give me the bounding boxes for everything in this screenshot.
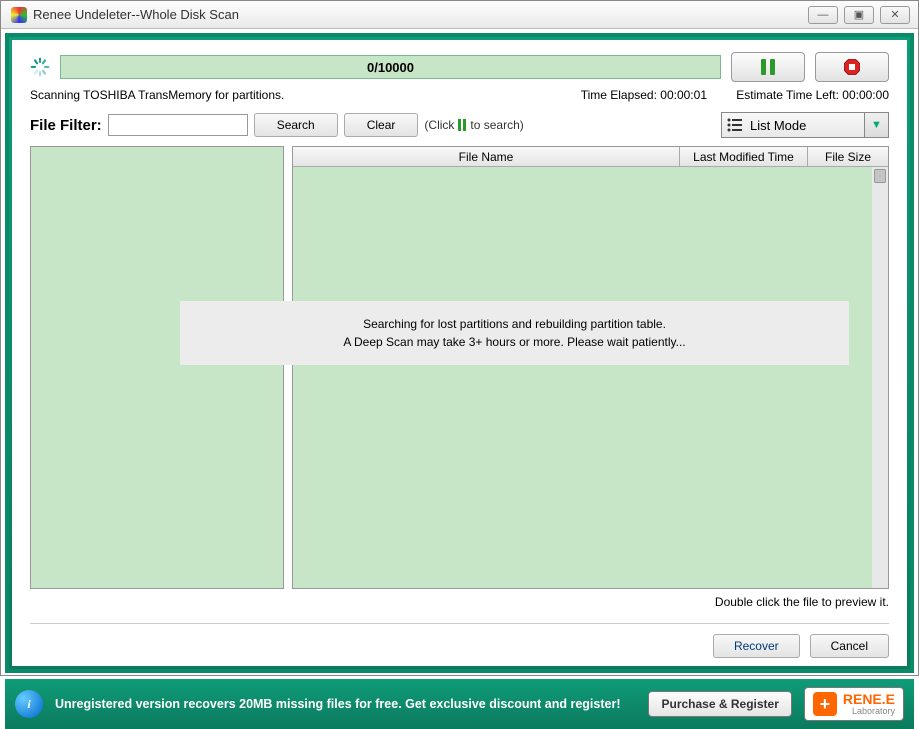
purchase-register-button[interactable]: Purchase & Register [648, 691, 791, 717]
main-frame: 0/10000 Scanning TOSHIBA TransMemory for… [5, 33, 914, 673]
pause-button[interactable] [731, 52, 805, 82]
status-row: Scanning TOSHIBA TransMemory for partiti… [30, 88, 889, 102]
file-list-body[interactable] [293, 167, 888, 588]
recover-button[interactable]: Recover [713, 634, 800, 658]
list-mode-label: List Mode [748, 118, 864, 133]
column-headers: File Name Last Modified Time File Size [293, 147, 888, 167]
scrollbar[interactable] [872, 167, 888, 588]
brand-logo[interactable]: + RENE.E Laboratory [804, 687, 904, 721]
folder-tree-panel[interactable] [30, 146, 284, 589]
window-title: Renee Undeleter--Whole Disk Scan [33, 7, 239, 22]
overlay-line2: A Deep Scan may take 3+ hours or more. P… [200, 333, 829, 351]
app-icon [11, 7, 27, 23]
col-file-size[interactable]: File Size [808, 147, 888, 166]
scrollbar-thumb[interactable] [874, 169, 886, 183]
preview-hint: Double click the file to preview it. [30, 595, 889, 609]
spinner-icon [30, 57, 50, 77]
scanning-overlay: Searching for lost partitions and rebuil… [180, 301, 849, 365]
divider [30, 623, 889, 624]
clear-button[interactable]: Clear [344, 113, 419, 137]
overlay-line1: Searching for lost partitions and rebuil… [200, 315, 829, 333]
list-mode-dropdown[interactable]: List Mode ▼ [721, 112, 889, 138]
progress-text: 0/10000 [61, 56, 720, 78]
col-modified-time[interactable]: Last Modified Time [680, 147, 808, 166]
progress-bar: 0/10000 [60, 55, 721, 79]
chevron-down-icon: ▼ [864, 113, 888, 137]
close-button[interactable]: ✕ [880, 6, 910, 24]
time-estimate: Estimate Time Left: 00:00:00 [719, 88, 889, 102]
pause-icon-small [458, 119, 466, 131]
file-list-panel: File Name Last Modified Time File Size [292, 146, 889, 589]
scan-status-text: Scanning TOSHIBA TransMemory for partiti… [30, 88, 519, 102]
app-window: Renee Undeleter--Whole Disk Scan — ▣ ✕ [0, 0, 919, 676]
filter-hint: (Click to search) [424, 118, 523, 132]
time-elapsed: Time Elapsed: 00:00:01 [519, 88, 719, 102]
info-icon: i [15, 690, 43, 718]
list-icon [722, 118, 748, 132]
cancel-button[interactable]: Cancel [810, 634, 889, 658]
progress-row: 0/10000 [30, 52, 889, 82]
filter-input[interactable] [108, 114, 248, 136]
col-file-name[interactable]: File Name [293, 147, 680, 166]
stop-button[interactable] [815, 52, 889, 82]
window-controls: — ▣ ✕ [808, 6, 910, 24]
action-row: Recover Cancel [30, 634, 889, 658]
minimize-button[interactable]: — [808, 6, 838, 24]
logo-text: RENE.E [843, 692, 895, 706]
filter-label: File Filter: [30, 117, 102, 134]
footer-message: Unregistered version recovers 20MB missi… [55, 696, 636, 712]
plus-icon: + [813, 692, 837, 716]
search-button[interactable]: Search [254, 113, 338, 137]
footer-bar: i Unregistered version recovers 20MB mis… [5, 679, 914, 729]
stop-icon [843, 58, 861, 76]
titlebar[interactable]: Renee Undeleter--Whole Disk Scan — ▣ ✕ [1, 1, 918, 29]
panels: File Name Last Modified Time File Size S… [30, 146, 889, 589]
maximize-button[interactable]: ▣ [844, 6, 874, 24]
pause-icon [761, 59, 775, 75]
logo-subtext: Laboratory [843, 706, 895, 716]
filter-row: File Filter: Search Clear (Click to sear… [30, 112, 889, 138]
